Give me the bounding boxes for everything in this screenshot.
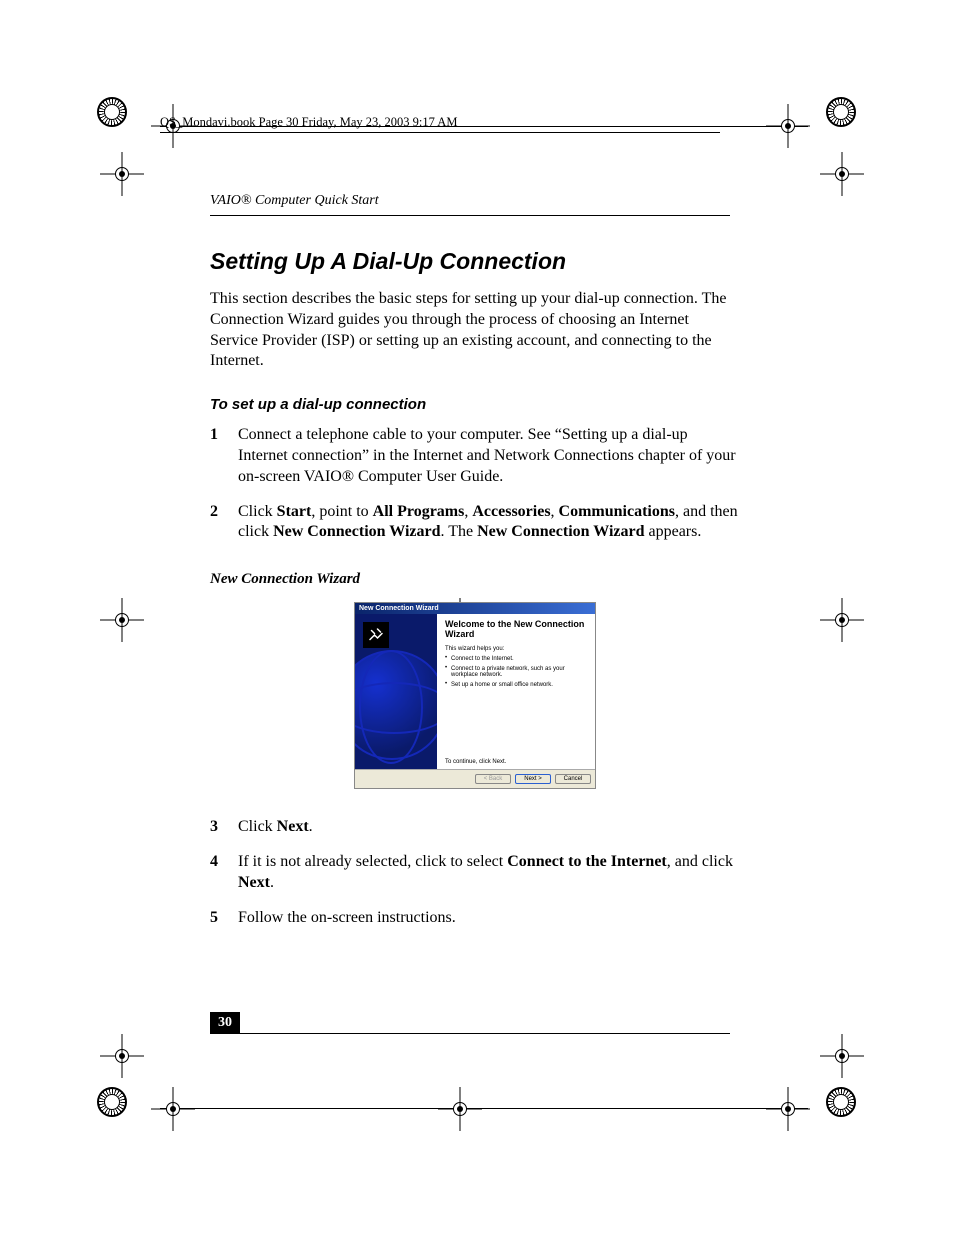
- wizard-titlebar: New Connection Wizard: [355, 603, 595, 614]
- step-text: If it is not already selected, click to …: [238, 852, 740, 894]
- crosshair-icon: [766, 1087, 810, 1131]
- crosshair-icon: [438, 1087, 482, 1131]
- next-button[interactable]: Next >: [515, 774, 551, 784]
- wizard-help-text: This wizard helps you:: [445, 646, 587, 652]
- crosshair-icon: [820, 598, 864, 642]
- wizard-bullets: Connect to the Internet. Connect to a pr…: [445, 656, 587, 691]
- wizard-body: Welcome to the New Connection Wizard Thi…: [355, 614, 595, 769]
- steps-list-bottom: 3 Click Next. 4 If it is not already sel…: [210, 817, 740, 928]
- crosshair-icon: [100, 1034, 144, 1078]
- wizard-screenshot: New Connection Wizard Welcome to the New…: [354, 602, 596, 789]
- wizard-continue-text: To continue, click Next.: [445, 759, 587, 765]
- wizard-bullet: Connect to a private network, such as yo…: [445, 666, 587, 679]
- intro-paragraph: This section describes the basic steps f…: [210, 289, 740, 372]
- crosshair-icon: [100, 152, 144, 196]
- register-mark-icon: [97, 97, 127, 127]
- bottom-thin-rule: [160, 1108, 808, 1109]
- step-item: 4 If it is not already selected, click t…: [210, 852, 740, 894]
- wizard-content: Welcome to the New Connection Wizard Thi…: [437, 614, 595, 769]
- step-number: 5: [210, 908, 238, 929]
- book-filename-header: QS_Mondavi.book Page 30 Friday, May 23, …: [160, 115, 720, 133]
- crosshair-icon: [766, 104, 810, 148]
- step-number: 2: [210, 502, 238, 544]
- register-mark-icon: [97, 1087, 127, 1117]
- wizard-footer: < Back Next > Cancel: [355, 769, 595, 788]
- step-number: 4: [210, 852, 238, 894]
- register-mark-icon: [826, 1087, 856, 1117]
- crosshair-icon: [820, 152, 864, 196]
- wizard-heading: Welcome to the New Connection Wizard: [445, 620, 587, 640]
- procedure-subhead: To set up a dial-up connection: [210, 396, 740, 413]
- step-text: Follow the on-screen instructions.: [238, 908, 456, 929]
- crosshair-icon: [100, 598, 144, 642]
- step-item: 3 Click Next.: [210, 817, 740, 838]
- plug-icon: [367, 626, 385, 644]
- connection-icon: [363, 622, 389, 648]
- header-rule: [210, 215, 730, 216]
- wizard-side-graphic: [355, 614, 437, 769]
- figure-caption: New Connection Wizard: [210, 571, 740, 588]
- step-text: Connect a telephone cable to your comput…: [238, 425, 740, 487]
- step-text: Click Start, point to All Programs, Acce…: [238, 502, 740, 544]
- crosshair-icon: [820, 1034, 864, 1078]
- step-item: 2 Click Start, point to All Programs, Ac…: [210, 502, 740, 544]
- page-title: Setting Up A Dial-Up Connection: [210, 248, 740, 275]
- step-number: 1: [210, 425, 238, 487]
- step-number: 3: [210, 817, 238, 838]
- wizard-bullet: Connect to the Internet.: [445, 656, 587, 663]
- crosshair-icon: [151, 1087, 195, 1131]
- globe-icon: [355, 650, 437, 760]
- step-item: 5 Follow the on-screen instructions.: [210, 908, 740, 929]
- step-text: Click Next.: [238, 817, 313, 838]
- running-head: VAIO® Computer Quick Start: [210, 193, 740, 209]
- steps-list-top: 1 Connect a telephone cable to your comp…: [210, 425, 740, 543]
- footer-rule: [240, 1033, 730, 1034]
- register-mark-icon: [826, 97, 856, 127]
- cancel-button[interactable]: Cancel: [555, 774, 591, 784]
- page-number: 30: [210, 1012, 240, 1034]
- step-item: 1 Connect a telephone cable to your comp…: [210, 425, 740, 487]
- wizard-bullet: Set up a home or small office network.: [445, 682, 587, 689]
- page-content: QS_Mondavi.book Page 30 Friday, May 23, …: [210, 115, 740, 942]
- back-button[interactable]: < Back: [475, 774, 511, 784]
